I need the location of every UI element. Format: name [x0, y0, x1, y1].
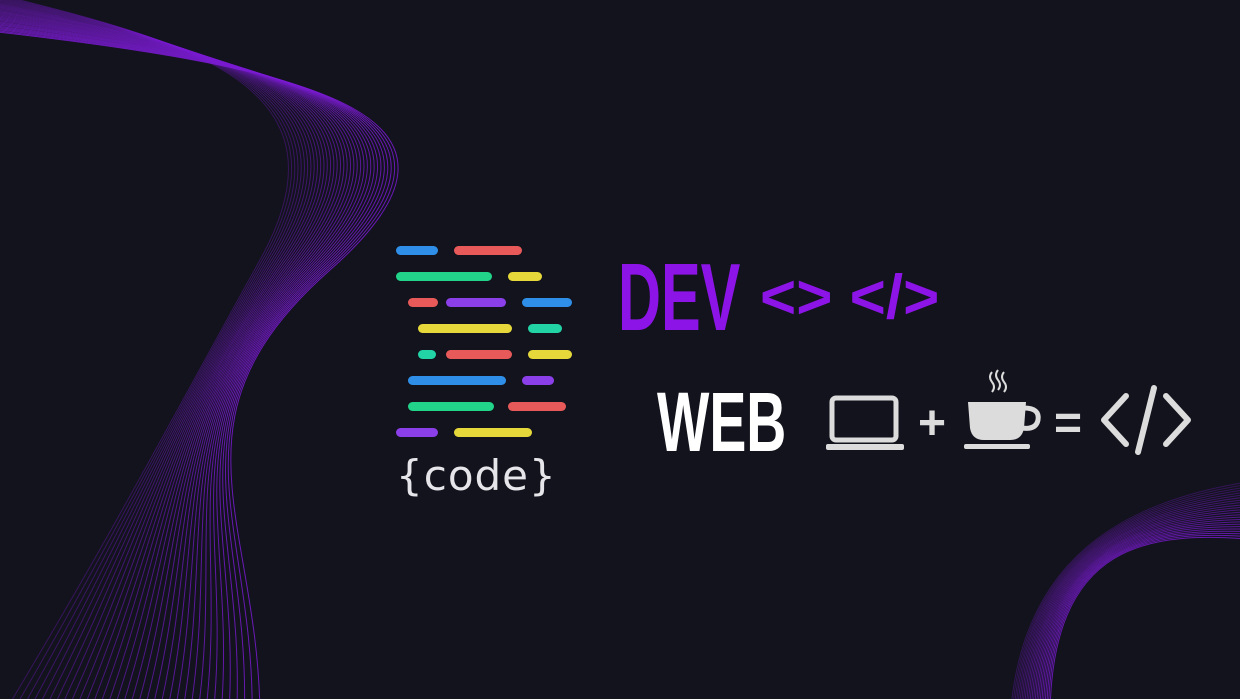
code-tag-icon — [1101, 385, 1191, 455]
wave-line — [0, 4, 318, 699]
equals-sign: = — [1054, 397, 1083, 450]
logo-code-line — [522, 376, 554, 385]
wave-line — [1045, 530, 1240, 699]
wave-line — [0, 19, 362, 699]
wave-line — [0, 6, 325, 699]
logo-code-line — [418, 350, 436, 359]
code-logo-lines — [396, 242, 576, 442]
logo-code-line — [508, 272, 542, 281]
logo-code-line — [408, 298, 438, 307]
wave-line — [1046, 532, 1240, 699]
wave-line — [0, 30, 395, 699]
dev-heading: DEV — [618, 244, 741, 351]
logo-code-line — [396, 246, 438, 255]
wave-line — [1048, 534, 1240, 699]
code-logo-text: {code} — [396, 451, 557, 500]
wave-line — [0, 2, 312, 699]
coffee-cup-icon — [964, 369, 1041, 449]
logo-code-line — [528, 324, 562, 333]
wave-line — [0, 0, 309, 699]
laptop-plus-coffee-equation: + = — [822, 366, 1202, 466]
logo-code-line — [408, 402, 494, 411]
wave-line — [0, 22, 372, 699]
plus-sign: + — [918, 397, 947, 450]
logo-code-line — [522, 298, 572, 307]
wave-line — [1039, 523, 1240, 699]
logo-code-line — [454, 246, 522, 255]
wave-line — [1043, 528, 1240, 699]
logo-code-line — [446, 298, 506, 307]
dev-tags-text: <> </> — [760, 263, 940, 332]
wave-line — [0, 25, 382, 699]
logo-code-line — [418, 324, 512, 333]
wave-line — [0, 31, 399, 699]
wave-line — [0, 15, 351, 699]
logo-code-line — [528, 350, 572, 359]
logo-code-line — [396, 428, 438, 437]
wave-line — [1041, 526, 1240, 699]
logo-code-line — [454, 428, 532, 437]
logo-code-line — [446, 350, 512, 359]
web-heading: WEB — [657, 375, 787, 469]
wave-line — [0, 3, 315, 699]
logo-code-line — [508, 402, 566, 411]
wave-line — [0, 21, 368, 699]
logo-code-line — [396, 272, 492, 281]
logo-code-line — [408, 376, 506, 385]
wave-line — [0, 27, 385, 699]
laptop-icon — [826, 395, 904, 450]
